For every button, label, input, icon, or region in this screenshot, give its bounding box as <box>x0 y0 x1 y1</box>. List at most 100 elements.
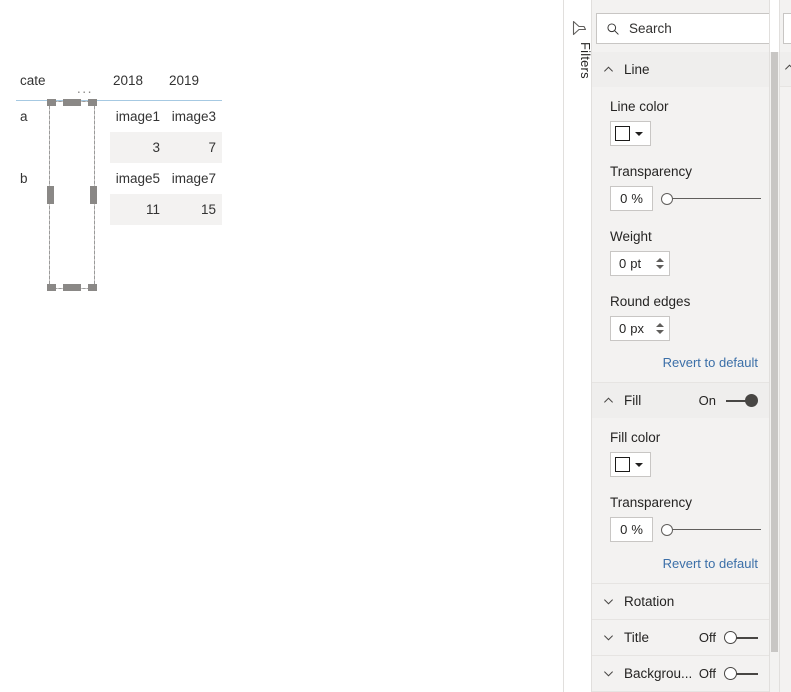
slider-knob[interactable] <box>661 523 673 536</box>
background-toggle-wrap[interactable]: Off <box>699 666 758 681</box>
revert-to-default-fill[interactable]: Revert to default <box>592 556 769 583</box>
matrix-column-header-category[interactable]: cate <box>16 72 60 88</box>
section-header-line[interactable]: Line <box>592 52 769 87</box>
slider-track <box>667 528 761 530</box>
field-line-color: Line color <box>610 99 769 146</box>
fill-transparency-slider[interactable] <box>661 522 761 538</box>
toggle-knob <box>745 394 758 407</box>
fill-toggle-wrap[interactable]: On <box>699 393 758 408</box>
section-title-title: Title <box>624 630 650 645</box>
field-round-edges: Round edges 0 px <box>610 294 769 341</box>
title-toggle-state: Off <box>698 630 716 645</box>
chevron-up-icon[interactable] <box>656 258 664 262</box>
resize-handle-middle-left[interactable] <box>47 186 54 204</box>
title-toggle-wrap[interactable]: Off <box>699 630 758 645</box>
line-transparency-slider[interactable] <box>661 191 761 207</box>
resize-handle-bottom-right[interactable] <box>88 284 97 291</box>
unit: px <box>630 321 644 336</box>
secondary-search-box[interactable] <box>783 13 791 44</box>
chevron-down-icon <box>604 635 613 641</box>
resize-handle-bottom-center[interactable] <box>63 284 81 291</box>
field-label-fill-transparency: Transparency <box>610 495 693 510</box>
value: 0 <box>620 191 628 206</box>
section-title-fill: Fill <box>624 393 642 408</box>
field-label-line-transparency: Transparency <box>610 164 693 179</box>
matrix-cell-2018: 11 <box>110 194 166 225</box>
section-header-fill[interactable]: Fill On <box>592 383 769 418</box>
value: 0 <box>620 522 628 537</box>
section-header-background[interactable]: Backgrou... Off <box>592 656 769 691</box>
chevron-down-icon[interactable] <box>656 265 664 269</box>
color-swatch <box>615 126 630 141</box>
search-input[interactable] <box>627 18 757 39</box>
revert-to-default-line[interactable]: Revert to default <box>592 355 769 382</box>
section-rotation: Rotation <box>592 584 769 620</box>
field-label-line-weight: Weight <box>610 229 652 244</box>
chevron-down-icon <box>635 462 643 467</box>
field-label-round-edges: Round edges <box>610 294 691 309</box>
matrix-cell-2019: image7 <box>171 171 216 186</box>
section-line: Line Line color Transparency 0 % Weight … <box>592 52 769 383</box>
table-row[interactable]: 3 7 <box>16 132 222 163</box>
chevron-up-icon <box>604 66 613 72</box>
selected-shape[interactable] <box>47 99 97 291</box>
stepper-arrows[interactable] <box>656 320 664 337</box>
unit: % <box>631 191 643 206</box>
report-canvas[interactable]: cate ... 2018 2019 a image1 image3 3 7 b <box>0 0 563 692</box>
fill-toggle[interactable] <box>724 394 758 407</box>
resize-handle-bottom-left[interactable] <box>47 284 56 291</box>
section-title-block: Title Off <box>592 620 769 656</box>
chevron-up-icon <box>604 397 613 403</box>
stepper-arrows[interactable] <box>656 255 664 272</box>
scrollbar-thumb[interactable] <box>771 52 778 652</box>
background-toggle[interactable] <box>724 667 758 680</box>
matrix-column-header-2019[interactable]: 2019 <box>166 72 222 88</box>
value: 0 <box>619 256 627 271</box>
secondary-pane-partial <box>779 0 791 692</box>
chevron-up-icon <box>785 64 791 70</box>
line-transparency-row: 0 % <box>610 186 769 211</box>
matrix-column-header-ellipsis[interactable]: ... <box>60 72 110 96</box>
section-header-title[interactable]: Title Off <box>592 620 769 655</box>
chevron-down-icon <box>604 671 613 677</box>
background-toggle-state: Off <box>698 666 716 681</box>
field-line-transparency: Transparency 0 % <box>610 164 769 211</box>
search-icon <box>607 22 619 35</box>
matrix-column-header-2018[interactable]: 2018 <box>110 72 166 88</box>
title-toggle[interactable] <box>724 631 758 644</box>
matrix-header-row: cate ... 2018 2019 <box>16 72 222 100</box>
matrix-cell-2018: 3 <box>110 132 166 163</box>
search-box[interactable] <box>596 13 769 44</box>
fill-transparency-input[interactable]: 0 % <box>610 517 653 542</box>
section-title-background: Backgrou... <box>624 666 693 681</box>
fill-color-picker[interactable] <box>610 452 651 477</box>
section-header-rotation[interactable]: Rotation <box>592 584 769 619</box>
field-fill-transparency: Transparency 0 % <box>610 495 769 542</box>
toggle-knob <box>724 631 737 644</box>
filters-pane-collapsed[interactable]: Filters <box>563 0 593 692</box>
round-edges-stepper[interactable]: 0 px <box>610 316 670 341</box>
resize-handle-middle-right[interactable] <box>90 186 97 204</box>
filters-label: Filters <box>578 42 593 79</box>
format-pane: Line Line color Transparency <box>592 0 770 692</box>
matrix-cell-2018: image1 <box>115 109 160 124</box>
resize-handle-top-center[interactable] <box>63 99 81 106</box>
selection-dashed-border <box>49 101 95 289</box>
resize-handle-top-left[interactable] <box>47 99 56 106</box>
chevron-up-icon[interactable] <box>656 323 664 327</box>
slider-knob[interactable] <box>661 192 673 205</box>
line-transparency-input[interactable]: 0 % <box>610 186 653 211</box>
section-title-rotation: Rotation <box>624 594 675 609</box>
section-body-line: Line color Transparency 0 % Weight 0 pt … <box>592 87 769 355</box>
resize-handle-top-right[interactable] <box>88 99 97 106</box>
toggle-knob <box>724 667 737 680</box>
line-weight-stepper[interactable]: 0 pt <box>610 251 670 276</box>
unit: pt <box>630 256 642 271</box>
chevron-down-icon[interactable] <box>656 330 664 334</box>
color-swatch <box>615 457 630 472</box>
line-color-picker[interactable] <box>610 121 651 146</box>
fill-transparency-row: 0 % <box>610 517 769 542</box>
matrix-cell-2019: 7 <box>166 132 222 163</box>
field-fill-color: Fill color <box>610 430 769 477</box>
format-pane-scrollbar[interactable] <box>770 52 779 692</box>
